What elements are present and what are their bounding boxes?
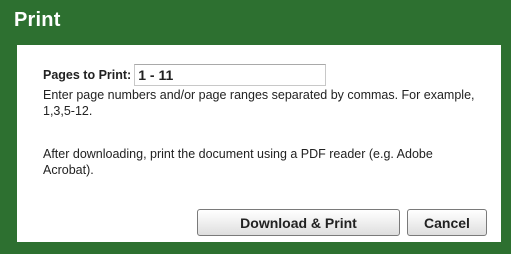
pages-to-print-label: Pages to Print: bbox=[43, 68, 132, 82]
print-dialog: Print Pages to Print: Enter page numbers… bbox=[0, 0, 511, 254]
page-range-help-text: Enter page numbers and/or page ranges se… bbox=[43, 88, 475, 118]
dialog-body: Pages to Print: Enter page numbers and/o… bbox=[17, 45, 501, 242]
pages-row: Pages to Print: bbox=[43, 64, 327, 86]
cancel-button[interactable]: Cancel bbox=[407, 209, 487, 236]
download-print-button[interactable]: Download & Print bbox=[197, 209, 400, 236]
dialog-titlebar: Print bbox=[0, 0, 511, 44]
dialog-title: Print bbox=[14, 9, 61, 31]
pdf-reader-help-text: After downloading, print the document us… bbox=[43, 147, 433, 177]
pages-to-print-input[interactable] bbox=[134, 64, 327, 86]
